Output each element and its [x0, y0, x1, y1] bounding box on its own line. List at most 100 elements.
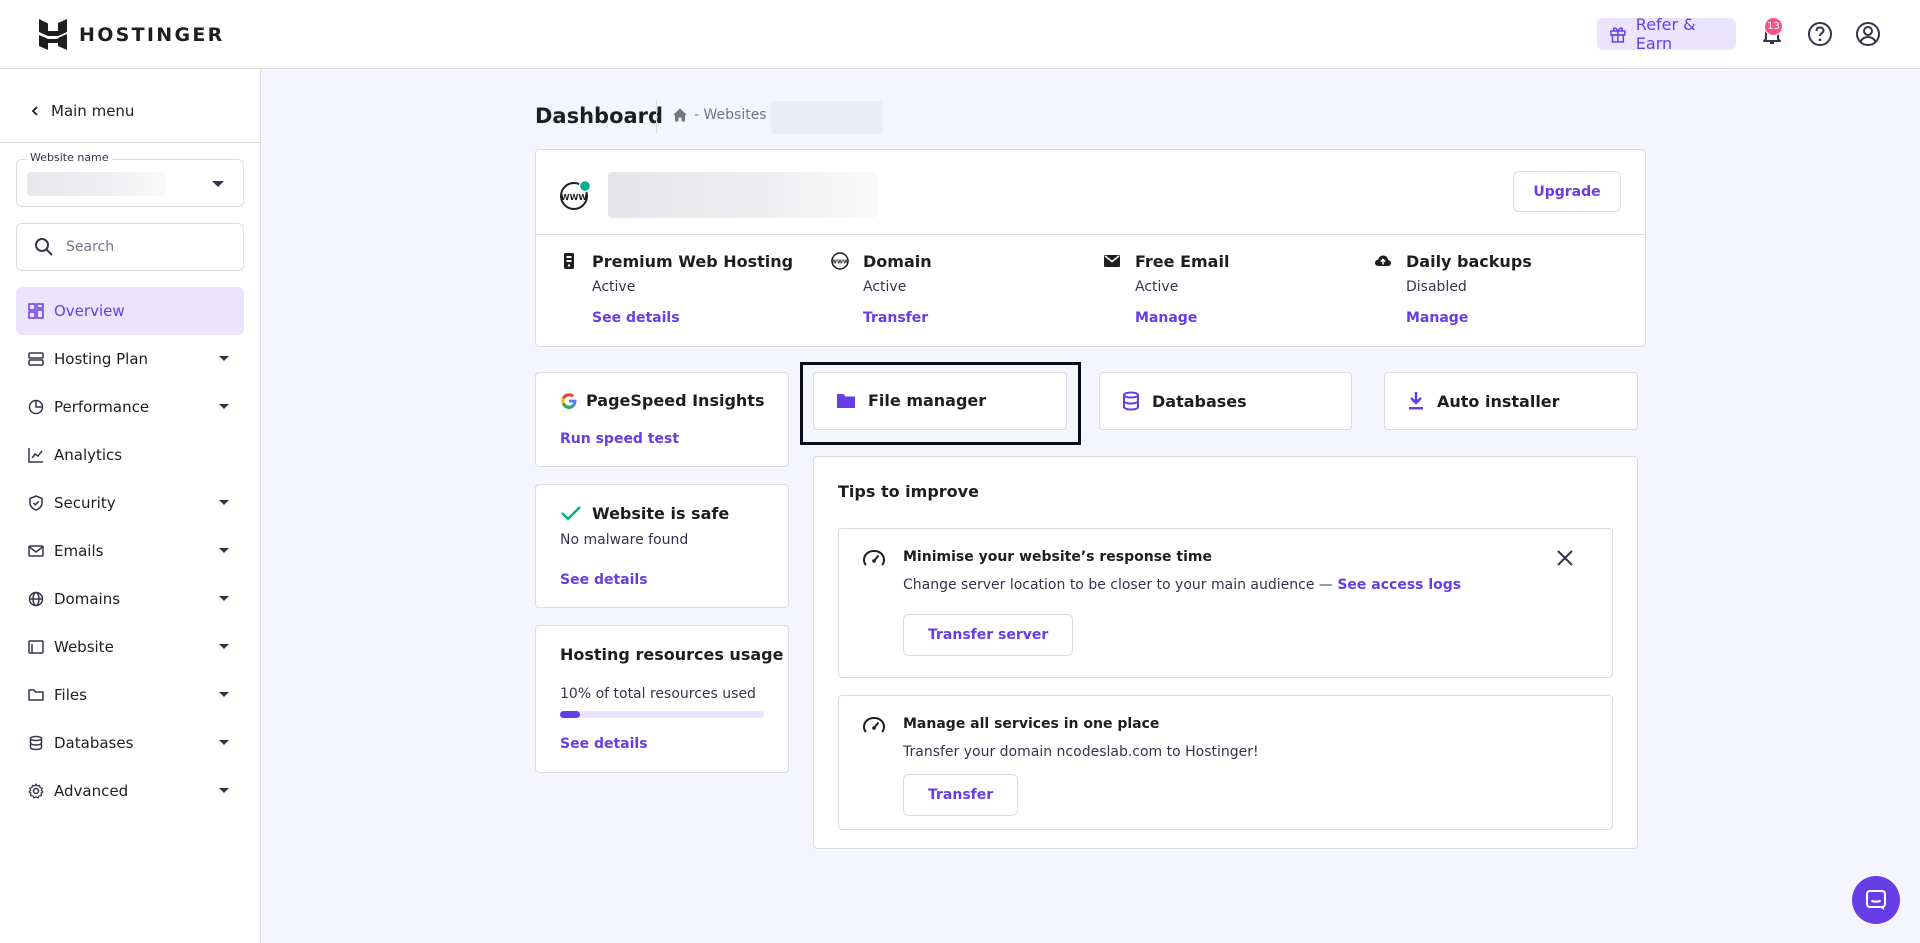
sidebar-item-label: Analytics: [54, 446, 123, 464]
breadcrumb-divider: [656, 100, 657, 134]
svg-text:WWW: WWW: [831, 260, 849, 266]
upgrade-button[interactable]: Upgrade: [1513, 171, 1621, 212]
transfer-domain-button[interactable]: Transfer: [903, 774, 1019, 816]
see-details-link[interactable]: See details: [592, 310, 680, 326]
pagespeed-header: PageSpeed Insights: [560, 391, 764, 410]
see-access-logs-link[interactable]: See access logs: [1337, 577, 1461, 593]
hosting-icon: [564, 253, 574, 269]
caret-down-icon: [219, 596, 229, 601]
security-subtitle: No malware found: [560, 532, 689, 548]
sidebar-item-website[interactable]: Website: [16, 623, 244, 671]
caret-down-icon: [219, 548, 229, 553]
search-icon: [35, 238, 53, 256]
google-icon: [561, 392, 577, 409]
sidebar-item-overview[interactable]: Overview: [16, 287, 244, 335]
caret-down-icon: [219, 500, 229, 505]
hostinger-logo-icon: [39, 19, 67, 50]
caret-down-icon: [219, 356, 229, 361]
home-icon[interactable]: [672, 107, 688, 123]
sidebar: Main menu Website name Search Overview H…: [0, 69, 261, 943]
sidebar-item-security[interactable]: Security: [16, 479, 244, 527]
performance-icon: [28, 399, 44, 415]
databases-card[interactable]: Databases: [1099, 372, 1352, 430]
top-bar: HOSTINGER Refer & Earn 13: [0, 0, 1920, 69]
service-status: Active: [1135, 279, 1179, 295]
focus-highlight-frame: [800, 362, 1081, 445]
service-status: Disabled: [1406, 279, 1467, 295]
analytics-icon: [28, 448, 43, 463]
sidebar-item-label: Overview: [54, 302, 125, 320]
tip-response-time: Minimise your website’s response time Ch…: [838, 528, 1613, 678]
breadcrumb-site-redacted: [771, 101, 883, 134]
email-manage-link[interactable]: Manage: [1135, 310, 1197, 326]
service-title: Free Email: [1135, 252, 1230, 271]
main-menu-link[interactable]: Main menu: [29, 99, 134, 123]
browser-icon: [28, 640, 44, 654]
database-icon: [1123, 391, 1139, 411]
security-title: Website is safe: [592, 504, 730, 523]
account-button[interactable]: [1853, 19, 1883, 49]
website-select[interactable]: Website name: [16, 151, 244, 207]
auto-installer-card[interactable]: Auto installer: [1384, 372, 1638, 430]
sidebar-item-files[interactable]: Files: [16, 671, 244, 719]
sidebar-item-domains[interactable]: Domains: [16, 575, 244, 623]
databases-label: Databases: [1152, 391, 1247, 411]
website-overview-card: WWW Upgrade Premium Web Hosting Active S…: [535, 149, 1646, 347]
website-select-label: Website name: [27, 151, 112, 164]
caret-down-icon: [219, 692, 229, 697]
website-card-header: WWW Upgrade: [536, 150, 1645, 235]
hostinger-logo[interactable]: HOSTINGER: [39, 19, 225, 50]
sidebar-nav: Overview Hosting Plan Performance Analyt…: [16, 287, 244, 815]
brand-name: HOSTINGER: [79, 23, 225, 46]
sidebar-item-performance[interactable]: Performance: [16, 383, 244, 431]
backups-manage-link[interactable]: Manage: [1406, 310, 1468, 326]
refer-earn-label: Refer & Earn: [1635, 15, 1696, 53]
breadcrumb-websites[interactable]: - Websites: [694, 107, 767, 123]
chat-launcher-button[interactable]: [1852, 876, 1900, 924]
pagespeed-title: PageSpeed Insights: [586, 391, 765, 410]
main-menu-label: Main menu: [51, 102, 135, 120]
cloud-backup-icon: [1375, 255, 1391, 266]
tip-title: Minimise your website’s response time: [903, 549, 1212, 565]
resources-see-details-link[interactable]: See details: [560, 736, 648, 752]
website-domain-redacted: [608, 172, 878, 218]
sidebar-item-databases[interactable]: Databases: [16, 719, 244, 767]
resources-usage-text: 10% of total resources used: [560, 686, 756, 702]
www-icon: WWW: [831, 252, 849, 270]
refer-earn-button[interactable]: Refer & Earn: [1597, 15, 1736, 53]
svg-text:WWW: WWW: [561, 193, 588, 202]
tips-title: Tips to improve: [838, 482, 979, 501]
sidebar-divider: [0, 142, 260, 143]
sidebar-item-hosting-plan[interactable]: Hosting Plan: [16, 335, 244, 383]
database-icon: [29, 735, 43, 751]
tip-description: Change server location to be closer to y…: [903, 577, 1338, 593]
shield-icon: [29, 495, 43, 511]
close-icon[interactable]: [1554, 547, 1576, 569]
auto-installer-row: Auto installer: [1407, 391, 1560, 411]
website-name-redacted: [27, 172, 167, 196]
server-icon: [28, 352, 44, 366]
run-speed-test-link[interactable]: Run speed test: [560, 431, 679, 447]
sidebar-search-input[interactable]: Search: [16, 223, 244, 271]
service-status: Active: [863, 279, 907, 295]
globe-icon: [28, 591, 44, 607]
auto-installer-label: Auto installer: [1437, 391, 1560, 411]
service-title: Domain: [863, 252, 932, 271]
sidebar-item-advanced[interactable]: Advanced: [16, 767, 244, 815]
tip-text: Change server location to be closer to y…: [903, 577, 1461, 593]
help-icon: [1808, 22, 1832, 46]
pagespeed-card[interactable]: PageSpeed Insights Run speed test: [535, 372, 789, 467]
sidebar-item-label: Emails: [54, 542, 104, 560]
resources-usage-bar: [560, 711, 764, 718]
sidebar-item-emails[interactable]: Emails: [16, 527, 244, 575]
gift-icon: [1610, 27, 1626, 43]
caret-down-icon: [219, 404, 229, 409]
transfer-server-button[interactable]: Transfer server: [903, 614, 1074, 656]
security-see-details-link[interactable]: See details: [560, 572, 648, 588]
domain-transfer-link[interactable]: Transfer: [863, 310, 928, 326]
help-button[interactable]: [1805, 19, 1835, 49]
resources-usage-bar-fill: [560, 711, 581, 718]
sidebar-item-analytics[interactable]: Analytics: [16, 431, 244, 479]
sidebar-item-label: Domains: [54, 590, 121, 608]
tip-description: Transfer your domain ncodeslab.com to Ho…: [903, 744, 1259, 760]
